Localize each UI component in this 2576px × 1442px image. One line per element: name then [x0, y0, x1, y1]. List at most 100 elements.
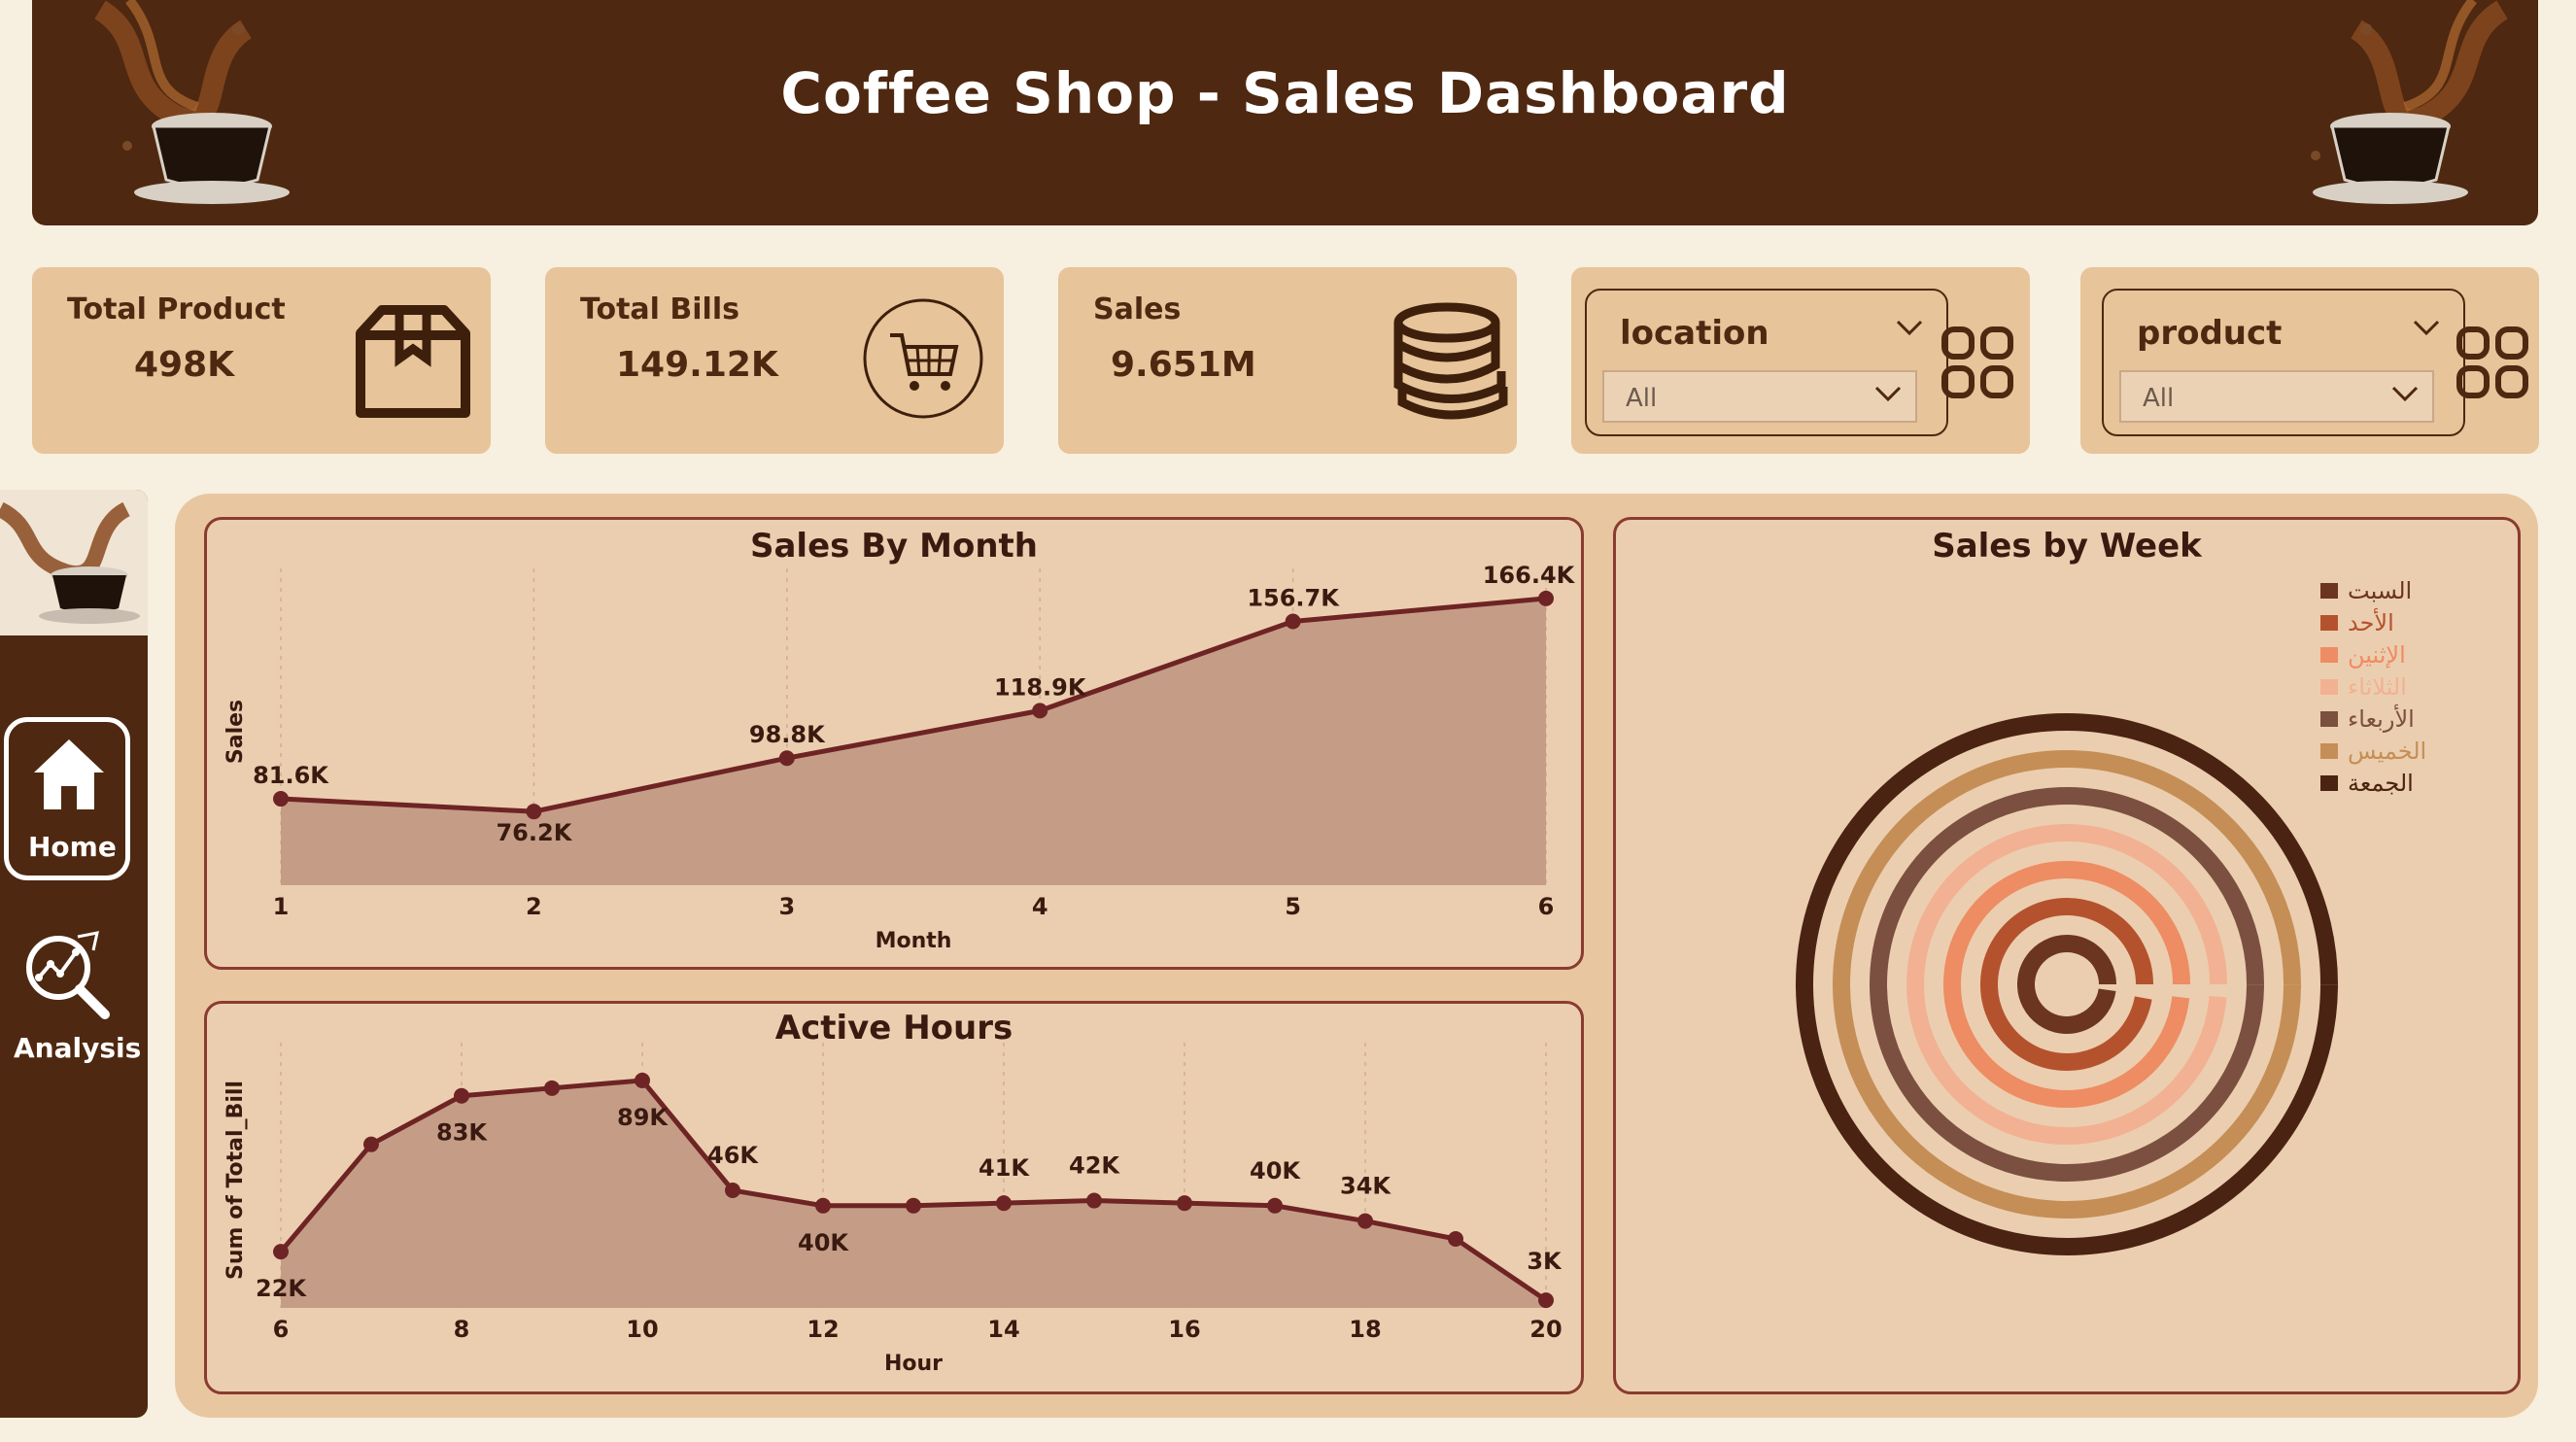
data-label: 40K — [1250, 1157, 1301, 1184]
charts-area: Sales By Month 1 2 3 4 5 6 81.6K 76.2K 98.8K 118.9… — [175, 494, 2538, 1418]
legend-label: الأربعاء — [2348, 704, 2415, 733]
x-tick-label: 16 — [1168, 1316, 1200, 1343]
chart-title: Active Hours — [775, 1009, 1013, 1047]
data-point — [815, 1197, 831, 1214]
data-point — [996, 1195, 1012, 1212]
cart-icon — [863, 298, 983, 419]
data-label: 3K — [1527, 1248, 1563, 1275]
sales-by-week-panel: Sales by Week السبت الأحد الإثنين الثلاثاء ال… — [1613, 517, 2521, 1394]
legend-swatch — [2320, 615, 2338, 631]
x-tick-label: 4 — [1032, 893, 1048, 920]
x-axis-label: Month — [876, 929, 952, 953]
clear-filter-icon[interactable] — [1941, 326, 2014, 399]
legend-label: الأحد — [2348, 608, 2394, 636]
y-axis-label: Sales — [223, 700, 248, 764]
data-label: 41K — [979, 1154, 1030, 1182]
kpi-value: 498K — [134, 345, 235, 385]
coins-icon — [1393, 302, 1508, 420]
nav-analysis-button[interactable]: Analysis — [0, 917, 141, 1073]
x-tick-label: 14 — [987, 1316, 1019, 1343]
data-label: 166.4K — [1483, 562, 1576, 589]
radial-bar — [2017, 935, 2116, 1034]
location-dropdown[interactable]: All — [1602, 370, 1917, 423]
data-point — [1285, 613, 1301, 630]
sales-by-month-panel: Sales By Month 1 2 3 4 5 6 81.6K 76.2K 98.8K 118.9… — [204, 517, 1584, 970]
active-hours-chart: Active Hours 6 8 10 12 14 16 18 20 22K 83K 89K 46K 40… — [223, 1009, 1563, 1376]
radial-bar — [1980, 898, 2153, 1071]
data-point — [906, 1197, 921, 1214]
data-point — [273, 791, 289, 807]
legend-swatch — [2320, 743, 2338, 759]
x-tick-label: 18 — [1349, 1316, 1381, 1343]
dropdown-value: All — [1626, 384, 1658, 413]
nav-analysis-label: Analysis — [14, 1032, 142, 1064]
legend-label: الجمعة — [2348, 770, 2414, 797]
data-point — [1538, 1292, 1554, 1309]
product-dropdown[interactable]: All — [2119, 370, 2434, 423]
x-tick-label: 6 — [1538, 893, 1555, 920]
x-tick-label: 8 — [454, 1316, 470, 1343]
data-point — [1032, 703, 1048, 719]
x-tick-label: 20 — [1529, 1316, 1562, 1343]
legend-label: الخميس — [2348, 738, 2426, 765]
clear-filter-icon[interactable] — [2456, 326, 2529, 399]
x-tick-label: 3 — [778, 893, 795, 920]
data-label: 46K — [707, 1142, 759, 1169]
data-label: 76.2K — [496, 819, 572, 846]
legend-swatch — [2320, 711, 2338, 727]
data-label: 22K — [256, 1275, 307, 1302]
chevron-down-icon[interactable] — [2413, 320, 2440, 337]
sidebar-nav: Home Analysis — [0, 490, 148, 1418]
x-tick-label: 12 — [807, 1316, 839, 1343]
sales-by-week-chart: Sales by Week السبت الأحد الإثنين الثلاثاء ال… — [1796, 527, 2426, 1256]
data-point — [725, 1183, 740, 1199]
sales-by-month-chart: Sales By Month 1 2 3 4 5 6 81.6K 76.2K 98.8K 118.9… — [223, 527, 1576, 953]
data-point — [1267, 1197, 1283, 1214]
chevron-down-icon[interactable] — [1896, 320, 1923, 337]
data-point — [1448, 1230, 1463, 1247]
nav-home-button[interactable]: Home — [4, 717, 130, 880]
data-label: 81.6K — [253, 762, 329, 789]
kpi-label: Sales — [1093, 292, 1182, 326]
legend-swatch — [2320, 583, 2338, 599]
data-point — [544, 1080, 560, 1096]
data-point — [273, 1244, 289, 1260]
data-label: 156.7K — [1247, 584, 1340, 611]
chart-title: Sales by Week — [1932, 527, 2203, 566]
analysis-icon — [26, 931, 110, 1019]
data-point — [1086, 1192, 1102, 1209]
data-point — [526, 804, 542, 820]
kpi-value: 9.651M — [1111, 345, 1256, 385]
kpi-card-total-product: Total Product 498K — [32, 267, 491, 454]
product-slicer[interactable]: product All — [2102, 289, 2465, 436]
dropdown-value: All — [2143, 384, 2175, 413]
x-tick-label: 10 — [626, 1316, 658, 1343]
legend-swatch — [2320, 679, 2338, 695]
chevron-down-icon[interactable] — [1874, 386, 1902, 403]
x-tick-label: 6 — [273, 1316, 290, 1343]
coffee-cup-icon — [0, 490, 148, 635]
active-hours-panel: Active Hours 6 8 10 12 14 16 18 20 22K 83K 89K 46K 40… — [204, 1001, 1584, 1394]
nav-home-label: Home — [28, 831, 117, 863]
data-label: 83K — [436, 1119, 488, 1147]
kpi-label: Total Product — [67, 292, 286, 326]
data-point — [1177, 1195, 1192, 1212]
page-title: Coffee Shop - Sales Dashboard — [780, 60, 1790, 126]
slicer-card-location: location All — [1571, 267, 2030, 454]
slicer-title: location — [1620, 314, 1769, 353]
data-point — [454, 1087, 469, 1104]
box-icon — [356, 305, 470, 418]
data-point — [363, 1136, 379, 1152]
slicer-card-product: product All — [2080, 267, 2539, 454]
kpi-card-sales: Sales 9.651M — [1058, 267, 1517, 454]
slicer-title: product — [2137, 314, 2283, 353]
chevron-down-icon[interactable] — [2391, 386, 2419, 403]
kpi-card-total-bills: Total Bills 149.12K — [545, 267, 1004, 454]
x-tick-label: 1 — [273, 893, 290, 920]
location-slicer[interactable]: location All — [1585, 289, 1948, 436]
legend-label: الإثنين — [2348, 641, 2406, 669]
x-tick-label: 2 — [526, 893, 542, 920]
data-point — [1357, 1213, 1373, 1229]
legend-swatch — [2320, 647, 2338, 663]
legend-swatch — [2320, 775, 2338, 791]
